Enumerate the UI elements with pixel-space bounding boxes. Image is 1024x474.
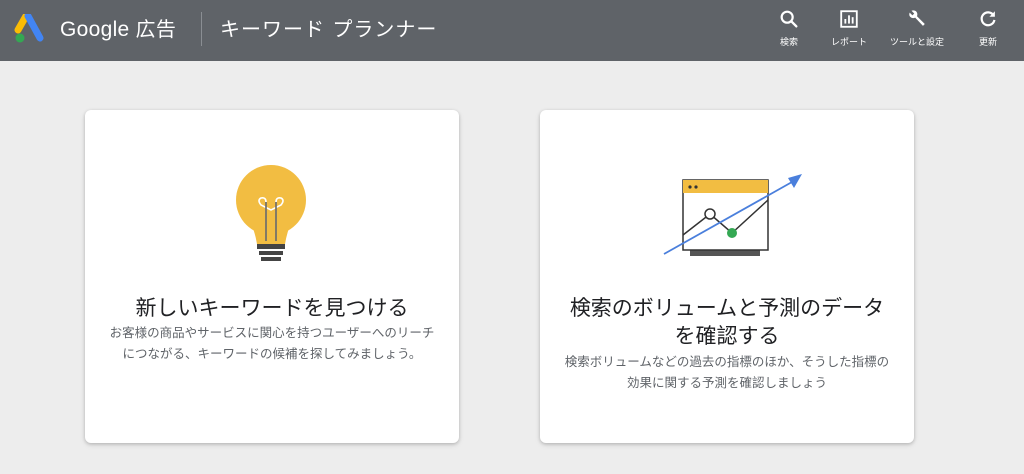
header-divider: [201, 12, 202, 46]
brand-name: Google: [60, 18, 130, 41]
page-title: キーワード プランナー: [220, 17, 438, 41]
card-description: 検索ボリュームなどの過去の指標のほか、そうした指標の効果に関する予測を確認しまし…: [564, 354, 890, 390]
report-icon: [840, 10, 858, 28]
google-ads-logo-icon[interactable]: [14, 14, 48, 44]
brand-suffix: 広告: [135, 17, 177, 41]
search-icon: [780, 10, 798, 28]
card-title: 新しいキーワードを見つける: [135, 296, 409, 320]
tools-settings-label: ツールと設定: [889, 38, 944, 48]
refresh-label: 更新: [978, 38, 997, 48]
wrench-icon: [909, 10, 925, 26]
card-title: 検索のボリュームと予測のデータを確認する: [569, 296, 885, 348]
report-label: レポート: [830, 38, 867, 48]
refresh-icon: [980, 11, 996, 27]
find-keywords-card[interactable]: 新しいキーワードを見つける お客様の商品やサービスに関心を持つユーザーへのリーチ…: [85, 110, 459, 443]
chart-trend-icon: [663, 174, 802, 256]
forecast-card[interactable]: 検索のボリュームと予測のデータを確認する 検索ボリュームなどの過去の指標のほか、…: [540, 110, 914, 443]
tools-settings-button[interactable]: ツールと設定: [882, 8, 952, 50]
brand[interactable]: Google 広告: [60, 14, 176, 45]
lightbulb-icon: [236, 165, 306, 261]
report-button[interactable]: レポート: [814, 8, 884, 50]
top-bar: Google 広告 キーワード プランナー 検索 レポート ツールと設定 更新: [0, 0, 1024, 61]
card-description: お客様の商品やサービスに関心を持つユーザーへのリーチにつながる、キーワードの候補…: [109, 325, 435, 361]
refresh-button[interactable]: 更新: [953, 8, 1023, 50]
